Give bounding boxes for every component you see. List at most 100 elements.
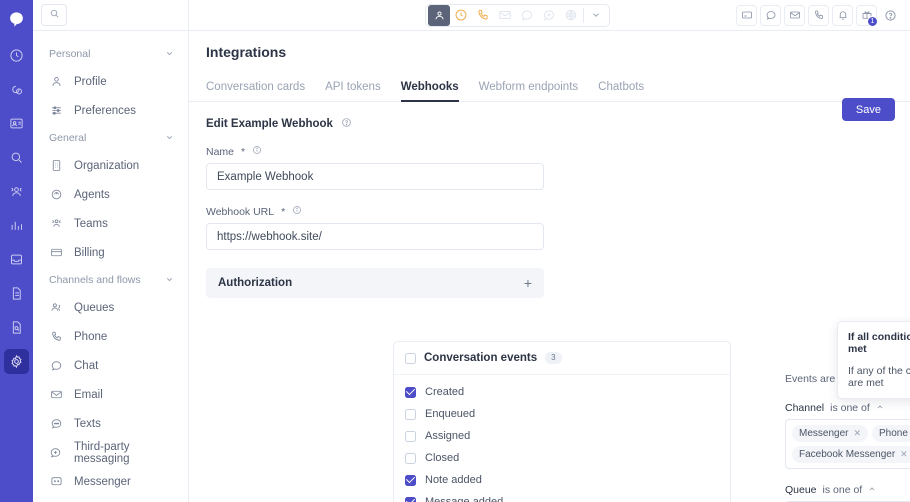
dropdown-option-label: If any of the conditions are met (848, 365, 910, 389)
rail-item-teams-icon[interactable] (4, 179, 29, 204)
sidebar-item-teams[interactable]: Teams (33, 209, 188, 238)
sidebar-item-third-party-messaging[interactable]: Third-party messaging (33, 438, 188, 467)
gift-icon[interactable]: 1 (856, 5, 877, 26)
sidebar-search-row (33, 0, 188, 31)
conversation-events-card: Conversation events 3 Created Enqueued A… (393, 341, 731, 502)
chip-messenger[interactable]: Messenger ✕ (792, 425, 868, 442)
info-icon[interactable] (292, 205, 302, 218)
envelope-icon[interactable] (494, 5, 516, 26)
chat-icon[interactable] (760, 5, 781, 26)
sidebar-item-email[interactable]: Email (33, 380, 188, 409)
sidebar-item-agents[interactable]: Agents (33, 180, 188, 209)
top-bar-actions: 1 (736, 5, 901, 26)
help-icon[interactable] (880, 5, 901, 26)
rail-item-analytics-icon[interactable] (4, 213, 29, 238)
chip-facebook-messenger[interactable]: Facebook Messenger ✕ (792, 446, 910, 463)
envelope-icon (49, 388, 63, 401)
notification-badge: 1 (867, 16, 878, 27)
event-label: Enqueued (425, 408, 475, 420)
search-button[interactable] (41, 4, 67, 26)
event-row-enqueued[interactable]: Enqueued (394, 403, 730, 425)
queue-icon (49, 301, 63, 314)
tab-webhooks[interactable]: Webhooks (401, 81, 459, 101)
rail-item-settings-gear-icon[interactable] (4, 349, 29, 374)
sidebar-item-chat[interactable]: Chat (33, 351, 188, 380)
tab-bar: Conversation cards API tokens Webhooks W… (189, 68, 910, 102)
chevron-up-icon[interactable] (868, 485, 876, 495)
card-icon[interactable] (736, 5, 757, 26)
sidebar-item-organization[interactable]: Organization (33, 151, 188, 180)
chevron-up-icon[interactable] (876, 403, 884, 413)
event-row-closed[interactable]: Closed (394, 447, 730, 469)
chevron-down-icon[interactable] (585, 5, 607, 26)
filter-head-channel: Channel is one of (785, 402, 910, 414)
avatar-icon[interactable] (428, 5, 450, 26)
phone-icon[interactable] (472, 5, 494, 26)
rail-item-conversations-icon[interactable] (4, 77, 29, 102)
channel-multiselect[interactable]: Messenger ✕ Phone ✕ Email ✕ (785, 419, 910, 469)
card-icon (49, 246, 63, 259)
sidebar-item-texts[interactable]: Texts (33, 409, 188, 438)
rail-item-contacts-icon[interactable] (4, 111, 29, 136)
save-button[interactable]: Save (842, 98, 895, 121)
authorization-panel[interactable]: Authorization + (206, 268, 544, 298)
sidebar-group-channels-and-flows[interactable]: Channels and flows (33, 267, 188, 293)
globe-icon[interactable] (560, 5, 582, 26)
bell-icon[interactable] (832, 5, 853, 26)
channel-switcher[interactable] (425, 4, 610, 27)
sidebar-item-preferences[interactable]: Preferences (33, 96, 188, 125)
event-checkbox[interactable] (405, 453, 416, 464)
dropdown-option-any-conditions[interactable]: If any of the conditions are met (838, 360, 910, 394)
sidebar-item-billing[interactable]: Billing (33, 238, 188, 267)
rail-item-reports-icon[interactable] (4, 315, 29, 340)
event-checkbox[interactable] (405, 431, 416, 442)
tab-chatbots[interactable]: Chatbots (598, 81, 644, 101)
search-icon (49, 6, 60, 24)
conversation-events-title: Conversation events (424, 352, 537, 364)
event-checkbox[interactable] (405, 387, 416, 398)
event-checkbox[interactable] (405, 497, 416, 502)
clock-icon[interactable] (450, 5, 472, 26)
dropdown-option-all-conditions[interactable]: If all conditions are met (838, 326, 910, 360)
event-row-message-added[interactable]: Message added (394, 491, 730, 502)
tab-conversation-cards[interactable]: Conversation cards (206, 81, 305, 101)
info-icon[interactable] (252, 145, 262, 158)
filter-field-name: Channel (785, 402, 824, 414)
name-input[interactable] (206, 163, 544, 190)
sidebar-item-phone[interactable]: Phone (33, 322, 188, 351)
chat-plus-icon[interactable] (538, 5, 560, 26)
rail-item-search-icon[interactable] (4, 145, 29, 170)
phone-icon[interactable] (808, 5, 829, 26)
envelope-icon[interactable] (784, 5, 805, 26)
building-icon (49, 159, 63, 172)
required-asterisk: * (281, 206, 285, 218)
select-all-checkbox[interactable] (405, 353, 416, 364)
webhook-url-input[interactable] (206, 223, 544, 250)
sidebar-group-personal[interactable]: Personal (33, 41, 188, 67)
event-row-note-added[interactable]: Note added (394, 469, 730, 491)
help-circle-icon[interactable] (341, 115, 352, 133)
sidebar-item-messenger[interactable]: Messenger (33, 467, 188, 496)
chip-remove-icon[interactable]: ✕ (900, 449, 908, 460)
event-checkbox[interactable] (405, 409, 416, 420)
rail-item-dashboard-icon[interactable] (4, 43, 29, 68)
chat-icon[interactable] (516, 5, 538, 26)
sidebar-group-general[interactable]: General (33, 125, 188, 151)
tab-api-tokens[interactable]: API tokens (325, 81, 381, 101)
event-row-created[interactable]: Created (394, 381, 730, 403)
pypestream-logo-icon[interactable] (0, 4, 33, 34)
sidebar-item-profile[interactable]: Profile (33, 67, 188, 96)
rail-item-inbox-icon[interactable] (4, 247, 29, 272)
name-label-text: Name (206, 146, 234, 158)
event-row-assigned[interactable]: Assigned (394, 425, 730, 447)
sidebar-item-label: Profile (74, 76, 107, 88)
event-checkbox[interactable] (405, 475, 416, 486)
chip-phone[interactable]: Phone ✕ (872, 425, 910, 442)
sidebar-item-label: Teams (74, 218, 108, 230)
chip-remove-icon[interactable]: ✕ (853, 428, 861, 439)
sidebar-item-label: Billing (74, 247, 105, 259)
sidebar-item-queues[interactable]: Queues (33, 293, 188, 322)
plus-icon[interactable]: + (524, 276, 532, 290)
tab-webform-endpoints[interactable]: Webform endpoints (479, 81, 579, 101)
rail-item-documents-icon[interactable] (4, 281, 29, 306)
